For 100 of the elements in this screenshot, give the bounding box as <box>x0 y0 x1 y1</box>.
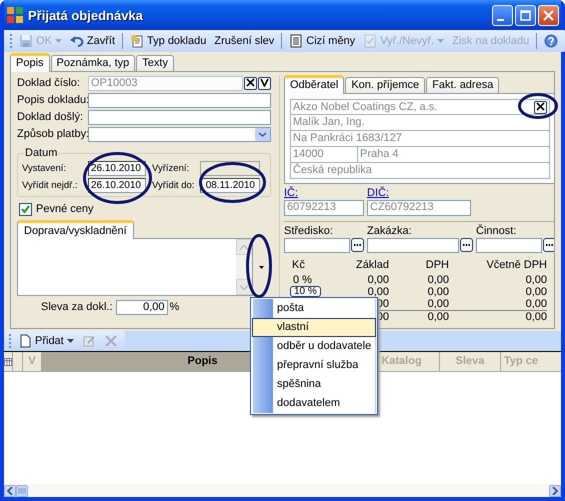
column-header: Včetně DPH <box>485 259 547 271</box>
caret-icon <box>437 39 444 43</box>
undo-icon <box>70 34 84 48</box>
new-document-icon <box>18 334 32 348</box>
field-label: Vyřídit do: <box>152 179 196 192</box>
date-field[interactable]: 26.10.2010 <box>88 178 146 193</box>
unit-label: % <box>170 301 180 314</box>
checkbox[interactable] <box>19 203 32 216</box>
tab[interactable]: Fakt. adresa <box>426 77 500 93</box>
maximize-button[interactable] <box>515 4 536 26</box>
field-label: Vystavení: <box>22 162 68 175</box>
field-label: Popis dokladu: <box>17 94 88 106</box>
menu-item[interactable]: spěšnina <box>252 375 376 394</box>
field-label: Doklad číslo: <box>17 76 81 90</box>
browse-button[interactable] <box>460 238 473 252</box>
input-field[interactable] <box>88 110 271 124</box>
field-label: Středisko: <box>284 225 334 238</box>
input-field[interactable] <box>88 92 271 108</box>
minimize-icon <box>497 18 504 20</box>
field-label: Činnost: <box>476 225 518 238</box>
ellipsis-icon <box>463 244 470 246</box>
caret-icon <box>54 39 62 43</box>
maximize-icon <box>520 10 531 20</box>
chevron-down-icon <box>260 78 269 88</box>
table-cell-text: 0,00 <box>524 274 547 286</box>
table-cell-text: 0,00 <box>366 286 389 298</box>
toolbar-button[interactable]: Cizí měny <box>285 31 360 51</box>
delete-icon <box>104 334 118 348</box>
table-cell-text: 0,00 <box>426 286 449 298</box>
caret-icon <box>258 266 264 268</box>
menu-item[interactable]: odběr u dodavatele <box>252 337 376 356</box>
menu-item[interactable]: pošta <box>252 299 376 318</box>
close-button[interactable] <box>538 4 559 26</box>
chevron-right-icon <box>552 486 558 494</box>
column-header: Základ <box>354 259 389 271</box>
tab[interactable]: Odběratel <box>284 75 344 94</box>
toolbar-button[interactable]: Zavřít <box>66 31 120 51</box>
rate-label: 0 % <box>293 274 312 286</box>
save-icon <box>19 34 33 48</box>
input-field[interactable]: 0,00 <box>116 300 168 315</box>
column-header: Kč <box>291 259 306 271</box>
app-icon <box>6 6 24 24</box>
confirm-button[interactable] <box>258 76 271 90</box>
chevron-left-icon <box>7 486 13 494</box>
ledger-icon <box>289 34 304 48</box>
browse-button[interactable] <box>543 238 554 252</box>
menu-item[interactable]: vlastní <box>252 318 376 337</box>
highlight-ellipse <box>246 234 272 298</box>
scroll-thumb[interactable] <box>16 484 28 496</box>
document-icon <box>130 34 144 48</box>
clear-button[interactable] <box>244 76 257 90</box>
checklist-icon <box>363 34 378 48</box>
table-cell-text: 0,00 <box>426 298 449 310</box>
toolbar-button[interactable]: Typ dokladu <box>126 31 210 51</box>
field-label: Způsob platby: <box>17 128 88 140</box>
edit-icon <box>82 334 96 348</box>
link[interactable]: DIČ: <box>367 187 471 200</box>
highlight-ellipse <box>82 152 152 204</box>
column-header: DPH <box>424 259 449 271</box>
caret-icon <box>66 339 74 343</box>
table-cell-text: 0,00 <box>426 274 449 286</box>
table-cell-text: 0,00 <box>366 274 389 286</box>
rate-button[interactable]: 10 % <box>290 286 321 297</box>
table-cell-text: 0,00 <box>524 286 547 298</box>
toolbar-button[interactable]: Zrušení slev <box>210 31 278 51</box>
tab[interactable]: Kon. příjemce <box>345 77 426 93</box>
dropdown-field[interactable] <box>88 126 271 142</box>
field-label: Doklad došlý: <box>17 110 84 124</box>
field-label: Zakázka: <box>367 225 413 238</box>
table-cell-text: 0,00 <box>524 298 547 310</box>
chevron-up-icon <box>240 244 248 250</box>
input-field[interactable] <box>367 238 459 253</box>
minimize-button[interactable] <box>492 4 513 26</box>
table-cell: 0,00 <box>389 310 449 324</box>
menu-item[interactable]: dodavatelem <box>252 394 376 413</box>
field-label: Vyřízení: <box>152 162 190 175</box>
menu-item[interactable]: přepravní služba <box>252 356 376 375</box>
input-field[interactable] <box>284 238 350 253</box>
grip-icon <box>18 488 26 494</box>
window-title: Přijatá objednávka <box>28 8 144 22</box>
tab[interactable]: Poznámka, typ <box>50 55 136 71</box>
tab[interactable]: Popis <box>10 53 50 72</box>
tab[interactable]: Doprava/vyskladnění <box>17 220 134 239</box>
link[interactable]: IČ: <box>284 187 364 200</box>
input-field[interactable] <box>476 238 542 253</box>
field-label: Vyřídit nejdř.: <box>22 179 79 192</box>
field-label: Sleva za dokl.: <box>41 301 113 314</box>
chevron-down-icon <box>240 284 248 290</box>
scroll-left-button[interactable] <box>4 484 16 496</box>
date-field[interactable]: 08.11.2010 <box>200 178 260 193</box>
close-icon <box>543 10 554 20</box>
table-cell: 0,00 <box>449 310 547 324</box>
ellipsis-icon <box>354 244 361 246</box>
tab[interactable]: Texty <box>136 55 174 71</box>
highlight-ellipse <box>198 162 266 202</box>
close-icon <box>246 78 255 88</box>
scroll-right-button[interactable] <box>549 484 561 496</box>
browse-button[interactable] <box>351 238 364 252</box>
checkbox-label: Pevné ceny <box>36 203 94 216</box>
date-field[interactable]: 26.10.2010 <box>88 161 146 176</box>
